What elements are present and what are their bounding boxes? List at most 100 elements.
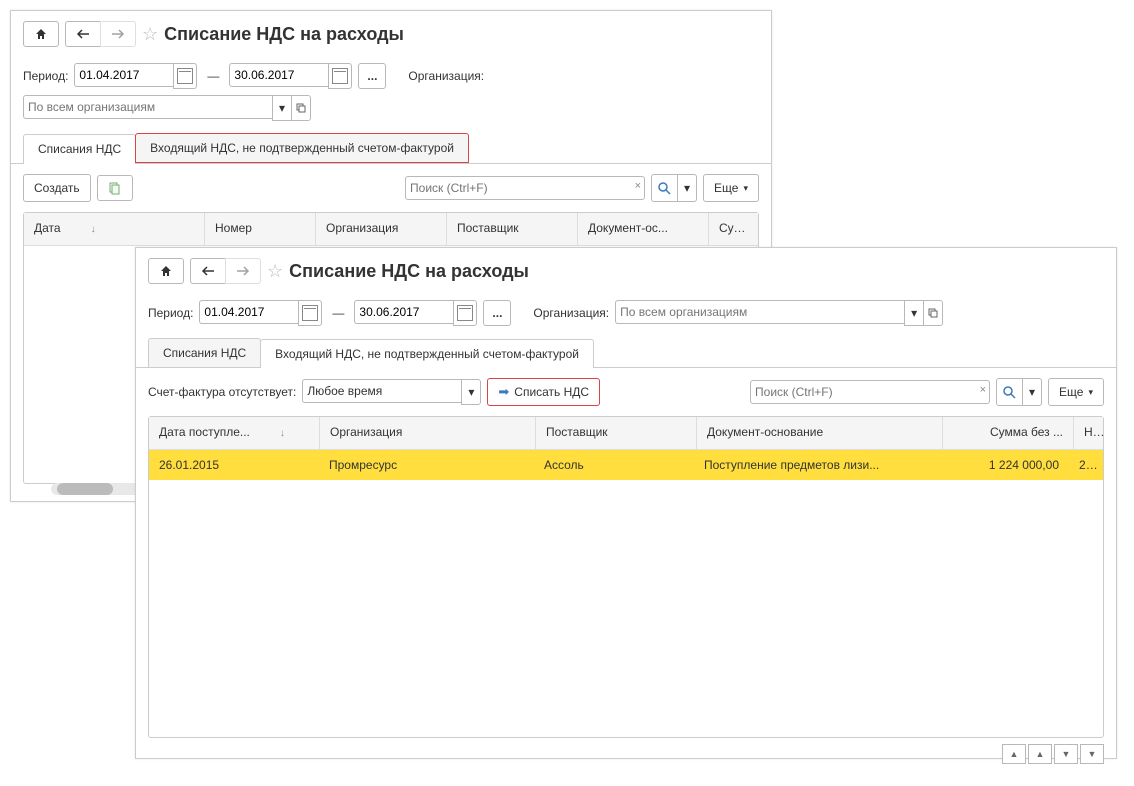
org-label: Организация: [408, 69, 484, 83]
table-row[interactable]: 26.01.2015 Промресурс Ассоль Поступление… [149, 450, 1103, 480]
nav-last-button[interactable]: ▼ [1080, 744, 1104, 764]
period-row: Период: — ... Организация: ▾ [11, 57, 771, 127]
tabs-bar: Списания НДС Входящий НДС, не подтвержде… [11, 133, 771, 164]
back-button[interactable] [190, 258, 225, 284]
col-doc[interactable]: Документ-ос... [578, 213, 709, 245]
calendar-icon [457, 305, 473, 321]
search-box: × [750, 380, 990, 404]
grid-nav-buttons: ▲ ▲ ▼ ▼ [136, 738, 1116, 770]
col-date[interactable]: Дата↓ [24, 213, 205, 245]
forward-button [225, 258, 261, 284]
col-sum-no-vat[interactable]: Сумма без ... [943, 417, 1074, 449]
calendar-icon [302, 305, 318, 321]
find-button[interactable] [997, 379, 1023, 405]
tab-incoming-vat[interactable]: Входящий НДС, не подтвержденный счетом-ф… [260, 339, 594, 368]
calendar-icon [332, 68, 348, 84]
back-button[interactable] [65, 21, 100, 47]
favorite-star-icon[interactable]: ☆ [267, 261, 283, 282]
tab-incoming-vat[interactable]: Входящий НДС, не подтвержденный счетом-ф… [135, 133, 469, 163]
org-input[interactable] [615, 300, 904, 324]
calendar-icon [177, 68, 193, 84]
invoice-filter-label: Счет-фактура отсутствует: [148, 385, 296, 399]
home-button[interactable] [23, 21, 59, 47]
find-button-group: ▾ [651, 174, 697, 202]
date-from-group [199, 300, 322, 326]
search-clear-button[interactable]: × [635, 180, 641, 192]
org-input[interactable] [23, 95, 272, 119]
col-vat[interactable]: НДС [1074, 417, 1103, 449]
date-from-cal-button[interactable] [298, 300, 322, 326]
col-supplier[interactable]: Поставщик [447, 213, 578, 245]
find-button-group: ▾ [996, 378, 1042, 406]
date-to-input[interactable] [354, 300, 453, 324]
period-label: Период: [148, 306, 193, 320]
invoice-filter-combo: ▾ [302, 379, 481, 405]
find-dropdown-button[interactable]: ▾ [1023, 379, 1041, 405]
date-from-input[interactable] [199, 300, 298, 324]
org-dropdown-button[interactable]: ▾ [904, 300, 923, 326]
col-date[interactable]: Дата поступле...↓ [149, 417, 320, 449]
find-button[interactable] [652, 175, 678, 201]
col-vat-sum[interactable]: Сумма НДС [709, 213, 758, 245]
tab-writeoffs[interactable]: Списания НДС [148, 338, 261, 367]
date-to-cal-button[interactable] [453, 300, 477, 326]
date-to-group [354, 300, 477, 326]
home-button[interactable] [148, 258, 184, 284]
period-label: Период: [23, 69, 68, 83]
forward-button [100, 21, 136, 47]
cell-vat: 220 320,00 [1069, 450, 1103, 480]
date-to-input[interactable] [229, 63, 328, 87]
cell-date: 26.01.2015 [149, 450, 319, 480]
col-number[interactable]: Номер [205, 213, 316, 245]
header: ☆ Списание НДС на расходы [136, 248, 1116, 294]
col-org[interactable]: Организация [316, 213, 447, 245]
page-title: Списание НДС на расходы [289, 261, 529, 282]
date-from-input[interactable] [74, 63, 173, 87]
org-label: Организация: [533, 306, 609, 320]
dash: — [328, 306, 348, 320]
copy-button[interactable] [97, 175, 133, 201]
col-doc[interactable]: Документ-основание [697, 417, 943, 449]
org-dropdown-button[interactable]: ▾ [272, 95, 291, 121]
create-button[interactable]: Создать [23, 174, 91, 202]
date-from-group [74, 63, 197, 89]
search-input[interactable] [750, 380, 990, 404]
col-supplier[interactable]: Поставщик [536, 417, 697, 449]
toolbar: Счет-фактура отсутствует: ▾ ➡ Списать НД… [136, 368, 1116, 416]
grid-header: Дата↓ Номер Организация Поставщик Докуме… [24, 213, 758, 246]
org-open-button[interactable] [923, 300, 943, 326]
scrollbar-thumb[interactable] [57, 483, 113, 495]
scrollbar[interactable] [51, 483, 141, 495]
nav-down-button[interactable]: ▼ [1054, 744, 1078, 764]
col-org[interactable]: Организация [320, 417, 536, 449]
org-combo: ▾ [23, 95, 311, 121]
search-input[interactable] [405, 176, 645, 200]
search-box: × [405, 176, 645, 200]
arrow-right-icon: ➡ [498, 384, 509, 400]
date-to-group [229, 63, 352, 89]
search-clear-button[interactable]: × [980, 384, 986, 396]
favorite-star-icon[interactable]: ☆ [142, 24, 158, 45]
cell-sum: 1 224 000,00 [939, 450, 1069, 480]
tab-writeoffs[interactable]: Списания НДС [23, 134, 136, 164]
nav-up-button[interactable]: ▲ [1028, 744, 1052, 764]
date-to-cal-button[interactable] [328, 63, 352, 89]
sort-down-icon: ↓ [91, 224, 96, 235]
period-row: Период: — ... Организация: ▾ [136, 294, 1116, 332]
org-open-button[interactable] [291, 95, 311, 121]
window-incoming-vat: ☆ Списание НДС на расходы Период: — ... … [135, 247, 1117, 759]
nav-buttons [65, 21, 136, 47]
sort-down-icon: ↓ [280, 428, 285, 439]
date-from-cal-button[interactable] [173, 63, 197, 89]
writeoff-vat-button[interactable]: ➡ Списать НДС [487, 378, 600, 406]
invoice-filter-input[interactable] [302, 379, 461, 403]
more-button[interactable]: Еще▾ [703, 174, 759, 202]
find-dropdown-button[interactable]: ▾ [678, 175, 696, 201]
period-picker-button[interactable]: ... [358, 63, 386, 89]
period-picker-button[interactable]: ... [483, 300, 511, 326]
nav-first-button[interactable]: ▲ [1002, 744, 1026, 764]
org-combo: ▾ [615, 300, 943, 326]
more-button[interactable]: Еще▾ [1048, 378, 1104, 406]
invoice-filter-dropdown[interactable]: ▾ [461, 379, 481, 405]
header: ☆ Списание НДС на расходы [11, 11, 771, 57]
